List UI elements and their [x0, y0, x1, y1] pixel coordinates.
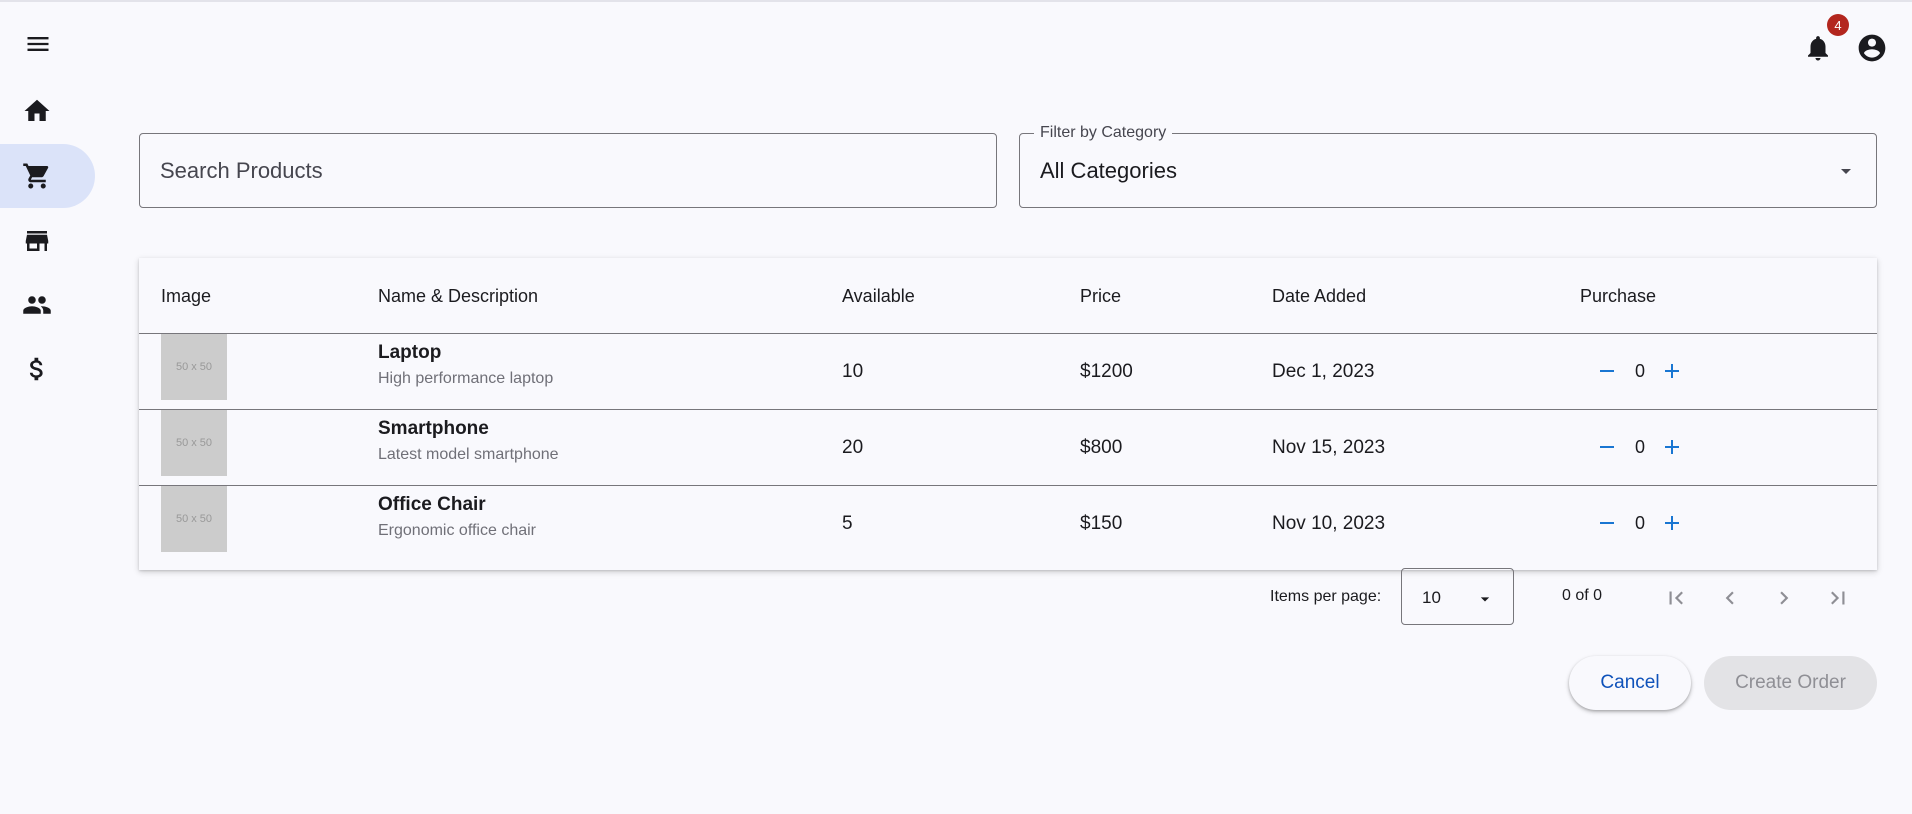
cart-icon — [22, 161, 52, 191]
product-price: $150 — [1080, 513, 1123, 534]
product-name: Office Chair — [378, 494, 486, 515]
nav-item-users[interactable] — [0, 270, 95, 334]
header-image: Image — [161, 286, 212, 306]
nav-item-home[interactable] — [0, 76, 95, 140]
search-field — [139, 133, 997, 208]
product-date-added: Nov 10, 2023 — [1272, 513, 1386, 534]
increase-quantity-button[interactable] — [1659, 510, 1685, 536]
header-price: Price — [1080, 286, 1122, 306]
increase-quantity-button[interactable] — [1659, 358, 1685, 384]
product-description: High performance laptop — [378, 370, 554, 387]
table-row: 50 x 50 Smartphone Latest model smartpho… — [139, 410, 1877, 486]
nav-item-billing[interactable] — [0, 334, 95, 398]
category-filter-value: All Categories — [1040, 158, 1177, 183]
previous-page-button[interactable] — [1714, 582, 1746, 614]
quantity-value: 0 — [1635, 437, 1646, 457]
quantity-value: 0 — [1635, 513, 1646, 533]
product-image: 50 x 50 — [161, 410, 227, 476]
nav-rail — [0, 2, 96, 814]
items-per-page-value: 10 — [1422, 588, 1441, 607]
dropdown-arrow-icon — [1834, 159, 1858, 183]
product-price: $800 — [1080, 437, 1123, 458]
minus-icon — [1600, 370, 1614, 372]
cancel-button[interactable]: Cancel — [1569, 656, 1691, 710]
decrease-quantity-button[interactable] — [1594, 358, 1620, 384]
table-row: 50 x 50 Laptop High performance laptop 1… — [139, 334, 1877, 410]
account-button[interactable] — [1854, 30, 1890, 66]
header-purchase: Purchase — [1580, 286, 1657, 306]
plus-icon — [1665, 364, 1679, 378]
bell-icon — [1803, 33, 1833, 63]
items-per-page-select[interactable]: 10 — [1401, 568, 1514, 625]
quantity-value: 0 — [1635, 361, 1646, 381]
product-description: Latest model smartphone — [378, 446, 559, 463]
home-icon — [22, 96, 52, 126]
decrease-quantity-button[interactable] — [1594, 434, 1620, 460]
product-available: 5 — [842, 513, 853, 534]
header-date-added: Date Added — [1272, 286, 1367, 306]
table-row: 50 x 50 Office Chair Ergonomic office ch… — [139, 486, 1877, 562]
decrease-quantity-button[interactable] — [1594, 510, 1620, 536]
category-filter-select[interactable]: Filter by Category All Categories — [1019, 124, 1877, 208]
menu-icon[interactable] — [18, 24, 58, 64]
people-icon — [22, 290, 52, 320]
last-page-icon — [1831, 591, 1845, 605]
nav-item-store[interactable] — [0, 206, 95, 270]
first-page-icon — [1669, 591, 1683, 605]
store-icon — [22, 226, 52, 256]
category-filter-label: Filter by Category — [1034, 124, 1173, 142]
product-description: Ergonomic office chair — [378, 522, 536, 539]
plus-icon — [1665, 440, 1679, 454]
chevron-left-icon — [1725, 591, 1734, 605]
table-header-row: Image Name & Description Available Price… — [139, 258, 1877, 334]
product-date-added: Nov 15, 2023 — [1272, 437, 1386, 458]
header-name: Name & Description — [378, 286, 539, 306]
items-per-page-label: Items per page: — [1270, 588, 1382, 605]
first-page-button[interactable] — [1660, 582, 1692, 614]
create-order-button[interactable]: Create Order — [1704, 656, 1877, 710]
dropdown-arrow-icon — [1475, 589, 1495, 609]
product-price: $1200 — [1080, 361, 1133, 382]
notifications-button[interactable] — [1800, 30, 1836, 66]
plus-icon — [1665, 516, 1679, 530]
page-range-label: 0 of 0 — [1562, 587, 1603, 604]
minus-icon — [1600, 522, 1614, 524]
products-table: Image Name & Description Available Price… — [139, 258, 1877, 570]
minus-icon — [1600, 446, 1614, 448]
header-available: Available — [842, 286, 915, 306]
product-name: Laptop — [378, 342, 442, 363]
next-page-button[interactable] — [1768, 582, 1800, 614]
notification-badge: 4 — [1827, 14, 1849, 36]
account-circle-icon — [1856, 32, 1888, 64]
chevron-right-icon — [1780, 591, 1789, 605]
product-name: Smartphone — [378, 418, 489, 439]
product-image: 50 x 50 — [161, 486, 227, 552]
increase-quantity-button[interactable] — [1659, 434, 1685, 460]
product-date-added: Dec 1, 2023 — [1272, 361, 1375, 382]
product-image: 50 x 50 — [161, 334, 227, 400]
search-input[interactable] — [140, 134, 996, 207]
nav-item-cart[interactable] — [0, 144, 95, 208]
product-available: 10 — [842, 361, 864, 382]
product-available: 20 — [842, 437, 864, 458]
last-page-button[interactable] — [1822, 582, 1854, 614]
dollar-icon — [22, 354, 52, 384]
